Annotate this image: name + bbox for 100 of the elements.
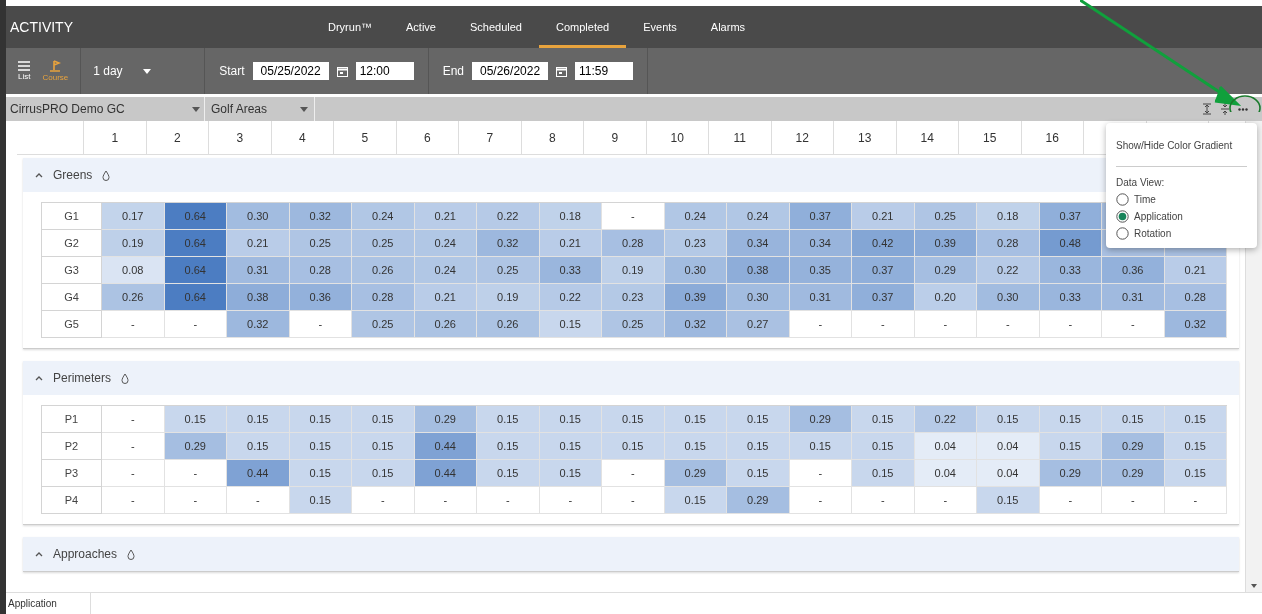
table-cell: 0.15	[977, 487, 1040, 514]
table-cell: 0.25	[289, 230, 352, 257]
table-cell: 0.15	[352, 460, 415, 487]
table-cell: 0.04	[914, 460, 977, 487]
table-cell: 0.26	[102, 284, 165, 311]
table-cell: 0.15	[289, 460, 352, 487]
table-cell: 0.24	[414, 257, 477, 284]
table-cell: 0.15	[1164, 406, 1227, 433]
table-cell: 0.39	[914, 230, 977, 257]
table-cell: 0.29	[414, 406, 477, 433]
table-cell: -	[102, 406, 165, 433]
table-cell: -	[289, 311, 352, 338]
table-cell: 0.30	[664, 257, 727, 284]
table-cell: 0.26	[414, 311, 477, 338]
table-cell: -	[1102, 311, 1165, 338]
table-cell: 0.15	[289, 487, 352, 514]
table-cell: 0.15	[1164, 460, 1227, 487]
table-cell: 0.44	[227, 460, 290, 487]
column-header: 11	[733, 129, 746, 147]
table-cell: 0.15	[977, 406, 1040, 433]
end-label: End	[442, 63, 464, 80]
table-cell: 0.04	[977, 433, 1040, 460]
table-cell: 0.32	[1164, 311, 1227, 338]
column-header: 8	[548, 129, 556, 147]
table-cell: 0.24	[727, 203, 790, 230]
table-cell: 0.15	[1039, 406, 1102, 433]
table-cell: 0.28	[289, 257, 352, 284]
table-cell: 0.38	[227, 284, 290, 311]
table-cell: 0.15	[727, 460, 790, 487]
table-cell: 0.64	[164, 203, 227, 230]
table-cell: 0.29	[664, 460, 727, 487]
table-cell: 0.18	[539, 203, 602, 230]
table-cell: 0.15	[477, 433, 540, 460]
table-cell: 0.22	[539, 284, 602, 311]
table-cell: 0.26	[477, 311, 540, 338]
table-cell: 0.24	[352, 203, 415, 230]
table-cell: 0.20	[914, 284, 977, 311]
table-cell: 0.36	[1102, 257, 1165, 284]
table-cell: 0.33	[1039, 257, 1102, 284]
table-cell: 0.28	[977, 230, 1040, 257]
column-header: 16	[1045, 129, 1059, 147]
table-cell: 0.37	[789, 203, 852, 230]
table-cell: 0.15	[539, 406, 602, 433]
table-cell: 0.24	[414, 230, 477, 257]
table-cell: 0.29	[1102, 460, 1165, 487]
data-view-label: Data View:	[1116, 177, 1166, 189]
table-cell: -	[164, 487, 227, 514]
table-cell: 0.37	[852, 257, 915, 284]
table-cell: 0.23	[602, 284, 665, 311]
table-cell: 0.15	[227, 406, 290, 433]
table-cell: 0.08	[102, 257, 165, 284]
table-cell: -	[164, 460, 227, 487]
table-cell: 0.29	[727, 487, 790, 514]
table-cell: 0.30	[227, 203, 290, 230]
table-cell: 0.21	[539, 230, 602, 257]
table-cell: 0.04	[914, 433, 977, 460]
table-cell: 0.21	[414, 203, 477, 230]
table-cell: 0.25	[352, 311, 415, 338]
table-cell: 0.26	[352, 257, 415, 284]
table-cell: -	[789, 311, 852, 338]
table-cell: 0.29	[1039, 460, 1102, 487]
table-cell: 0.44	[414, 433, 477, 460]
table-cell: -	[227, 487, 290, 514]
table-cell: 0.31	[227, 257, 290, 284]
table-cell: 0.64	[164, 230, 227, 257]
column-header: 1	[111, 129, 119, 147]
table-cell: 0.15	[1164, 433, 1227, 460]
table-cell: 0.34	[789, 230, 852, 257]
table-cell: 0.29	[789, 406, 852, 433]
table-cell: -	[539, 487, 602, 514]
column-header: 13	[858, 129, 872, 147]
table-cell: 0.25	[352, 230, 415, 257]
table-cell: -	[102, 487, 165, 514]
table-cell: 0.15	[602, 433, 665, 460]
table-cell: 0.25	[477, 257, 540, 284]
column-header: 10	[670, 129, 684, 147]
table-cell: -	[602, 203, 665, 230]
table-cell: 0.28	[1164, 284, 1227, 311]
table-cell: -	[1039, 311, 1102, 338]
column-header: 15	[983, 129, 997, 147]
table-cell: 0.35	[789, 257, 852, 284]
table-cell: 0.21	[1164, 257, 1227, 284]
table-cell: 0.64	[164, 257, 227, 284]
table-cell: 0.36	[289, 284, 352, 311]
table-cell: 0.15	[602, 406, 665, 433]
table-cell: -	[914, 487, 977, 514]
table-cell: 0.32	[477, 230, 540, 257]
table-cell: 0.31	[789, 284, 852, 311]
column-header: 14	[920, 129, 934, 147]
table-cell: 0.15	[539, 460, 602, 487]
table-cell: 0.38	[727, 257, 790, 284]
table-cell: 0.34	[727, 230, 790, 257]
table-cell: 0.21	[227, 230, 290, 257]
table-cell: -	[164, 311, 227, 338]
table-cell: 0.22	[977, 257, 1040, 284]
table-cell: 0.28	[602, 230, 665, 257]
table-cell: -	[352, 487, 415, 514]
table-cell: 0.15	[539, 311, 602, 338]
table-cell: -	[977, 311, 1040, 338]
table-cell: 0.25	[914, 203, 977, 230]
